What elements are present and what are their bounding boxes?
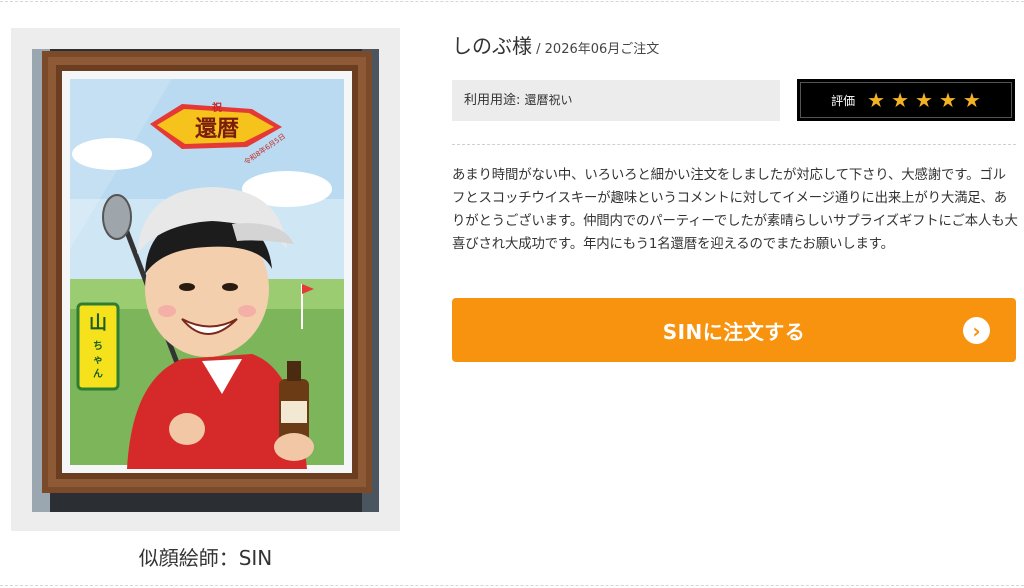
star-icon: ★ [867, 88, 886, 112]
usage-value: 還暦祝い [524, 93, 573, 107]
rating-label: 評価 [831, 93, 856, 108]
top-divider [0, 1, 1024, 2]
usage-box: 利用用途: 還暦祝い [452, 80, 780, 121]
rating-box: 評価 ★ ★ ★ ★ ★ [797, 79, 1015, 121]
order-button[interactable]: SINに注文する › [452, 298, 1016, 362]
svg-text:ん: ん [93, 368, 103, 380]
svg-text:山: 山 [89, 313, 107, 334]
section-divider [452, 144, 1016, 145]
artist-caption: 似顔絵師：SIN [138, 546, 273, 570]
svg-text:祝: 祝 [212, 101, 222, 114]
order-date: 2026年06月ご注文 [544, 42, 660, 57]
svg-text:還暦: 還暦 [195, 117, 239, 142]
portrait-photo-card: 還暦 祝 令和8年6月5日 山 ち ゃ ん [11, 28, 400, 531]
usage-label: 利用用途: [464, 93, 525, 108]
svg-text:ち: ち [93, 340, 103, 352]
customer-name: しのぶ様 [452, 34, 532, 58]
star-icon: ★ [962, 88, 981, 112]
star-icon: ★ [915, 88, 933, 112]
order-button-label: SINに注文する [662, 319, 806, 344]
chevron-right-icon: › [963, 317, 990, 344]
bottom-divider [0, 585, 1024, 586]
svg-text:ゃ: ゃ [93, 355, 103, 366]
star-icon: ★ [891, 88, 910, 112]
star-icon: ★ [938, 88, 957, 112]
review-text: あまり時間がない中、いろいろと細かい注文をしましたが対応して下さり、大感謝です。… [452, 168, 1018, 252]
framed-caricature-image: 還暦 祝 令和8年6月5日 山 ち ゃ ん [32, 49, 379, 512]
customer-header: しのぶ様 / 2026年06月ご注文 [452, 30, 659, 59]
header-separator: / [532, 42, 545, 57]
